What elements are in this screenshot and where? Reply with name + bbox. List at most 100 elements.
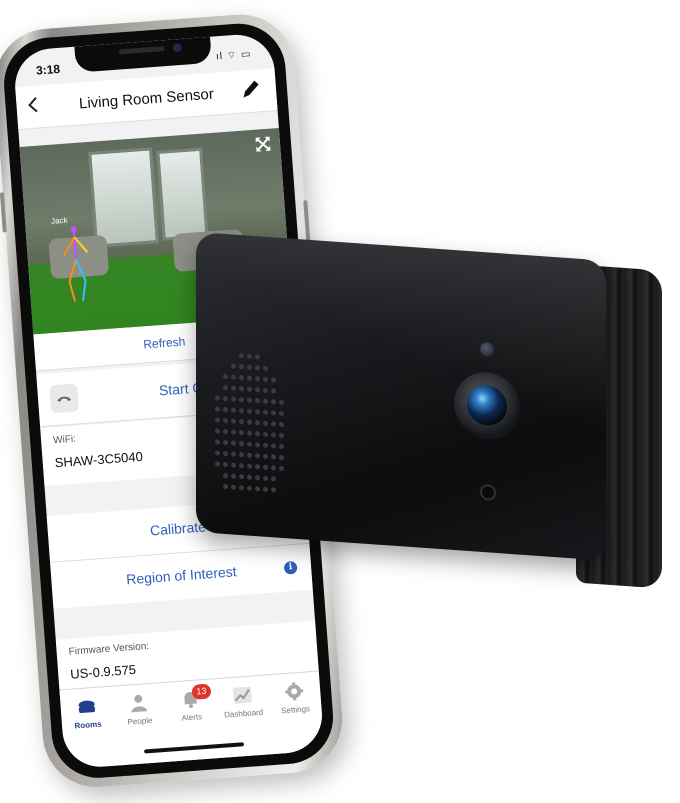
grille-hole xyxy=(231,484,236,490)
grille-hole xyxy=(279,443,284,450)
person-icon xyxy=(131,694,148,713)
grille-hole xyxy=(239,474,244,480)
tab-label: Alerts xyxy=(181,712,203,723)
grille-hole xyxy=(247,463,252,469)
grille-hole xyxy=(271,465,276,471)
grille-hole xyxy=(279,432,284,439)
grille-hole xyxy=(255,409,260,415)
device-front-panel xyxy=(196,232,606,561)
grille-hole xyxy=(263,464,268,471)
grille-hole xyxy=(215,428,220,434)
grille-hole xyxy=(231,407,236,413)
expand-button[interactable] xyxy=(253,135,272,154)
grille-hole xyxy=(263,420,268,427)
grille-hole xyxy=(263,442,268,449)
grille-hole xyxy=(255,387,260,393)
phone-icon xyxy=(49,383,80,414)
tab-people[interactable]: People xyxy=(112,691,166,728)
grille-hole xyxy=(263,486,268,493)
firmware-caption: Firmware Version: xyxy=(68,640,150,658)
grille-hole xyxy=(247,430,252,436)
sensor-device xyxy=(196,232,666,617)
grille-hole xyxy=(231,473,236,479)
grille-hole xyxy=(215,450,220,456)
grille-hole xyxy=(239,353,244,359)
grille-hole xyxy=(231,440,236,446)
grille-hole xyxy=(239,408,244,414)
grille-hole xyxy=(239,485,244,491)
grille-hole xyxy=(247,452,252,458)
grille-hole xyxy=(255,464,260,470)
grille-hole xyxy=(271,377,276,383)
page-title: Living Room Sensor xyxy=(78,85,215,113)
grille-hole xyxy=(231,451,236,457)
grille-hole xyxy=(231,418,236,424)
grille-hole xyxy=(247,408,252,414)
grille-hole xyxy=(247,474,252,480)
grille-hole xyxy=(215,439,220,445)
tab-alerts[interactable]: 13 Alerts xyxy=(164,683,218,724)
grille-hole xyxy=(239,452,244,458)
edit-button[interactable] xyxy=(239,77,263,101)
grille-hole xyxy=(215,406,220,412)
ambient-light-sensor xyxy=(480,341,494,357)
earpiece-speaker xyxy=(118,46,165,55)
grille-hole xyxy=(247,441,252,447)
tab-rooms[interactable]: Rooms xyxy=(60,695,114,732)
grille-hole xyxy=(215,395,220,401)
grille-hole xyxy=(239,441,244,447)
grille-hole xyxy=(263,409,268,416)
grille-hole xyxy=(279,454,284,461)
grille-hole xyxy=(231,396,236,402)
firmware-version: US-0.9.575 xyxy=(69,661,137,682)
grille-hole xyxy=(223,439,228,446)
grille-hole xyxy=(247,419,252,425)
expand-icon xyxy=(255,136,271,152)
grille-hole xyxy=(271,476,276,482)
grille-hole xyxy=(271,388,276,394)
grille-hole xyxy=(255,475,260,481)
tab-dashboard[interactable]: Dashboard xyxy=(216,683,270,720)
grille-hole xyxy=(231,385,236,391)
grille-hole xyxy=(255,398,260,404)
grille-hole xyxy=(255,442,260,448)
grille-hole xyxy=(279,410,284,417)
grille-hole xyxy=(239,364,244,370)
wifi-caption: WiFi: xyxy=(52,433,77,447)
grille-hole xyxy=(279,465,284,472)
grille-hole xyxy=(263,365,268,372)
gear-icon xyxy=(285,682,304,701)
grille-hole xyxy=(271,432,276,438)
microphone-hole xyxy=(480,483,496,501)
grille-hole xyxy=(223,384,228,391)
grille-hole xyxy=(239,463,244,469)
grille-hole xyxy=(255,431,260,437)
chart-icon xyxy=(232,686,252,704)
grille-hole xyxy=(231,429,236,435)
grille-hole xyxy=(223,395,228,402)
grille-hole xyxy=(223,428,228,435)
room-window xyxy=(156,147,209,241)
grille-hole xyxy=(271,399,276,405)
grille-hole xyxy=(271,487,276,493)
grille-hole xyxy=(271,454,276,460)
grille-hole xyxy=(247,485,252,491)
grille-hole xyxy=(223,450,228,457)
status-time: 3:18 xyxy=(35,61,61,78)
signal-wifi-battery-icon: ıl ⌔ ▭ xyxy=(215,48,252,63)
tab-settings[interactable]: Settings xyxy=(268,679,322,716)
person-label: Jack xyxy=(50,215,68,226)
grille-hole xyxy=(255,354,260,360)
speaker-grille xyxy=(215,352,284,506)
grille-hole xyxy=(247,375,252,381)
grille-hole xyxy=(247,353,252,359)
grille-hole xyxy=(231,374,236,380)
grille-hole xyxy=(263,475,268,482)
grille-hole xyxy=(223,417,228,424)
grille-hole xyxy=(263,387,268,394)
front-camera xyxy=(172,42,183,53)
grille-hole xyxy=(231,462,236,468)
grille-hole xyxy=(255,365,260,371)
wifi-network-name: SHAW-3C5040 xyxy=(54,448,144,471)
grille-hole xyxy=(239,375,244,381)
